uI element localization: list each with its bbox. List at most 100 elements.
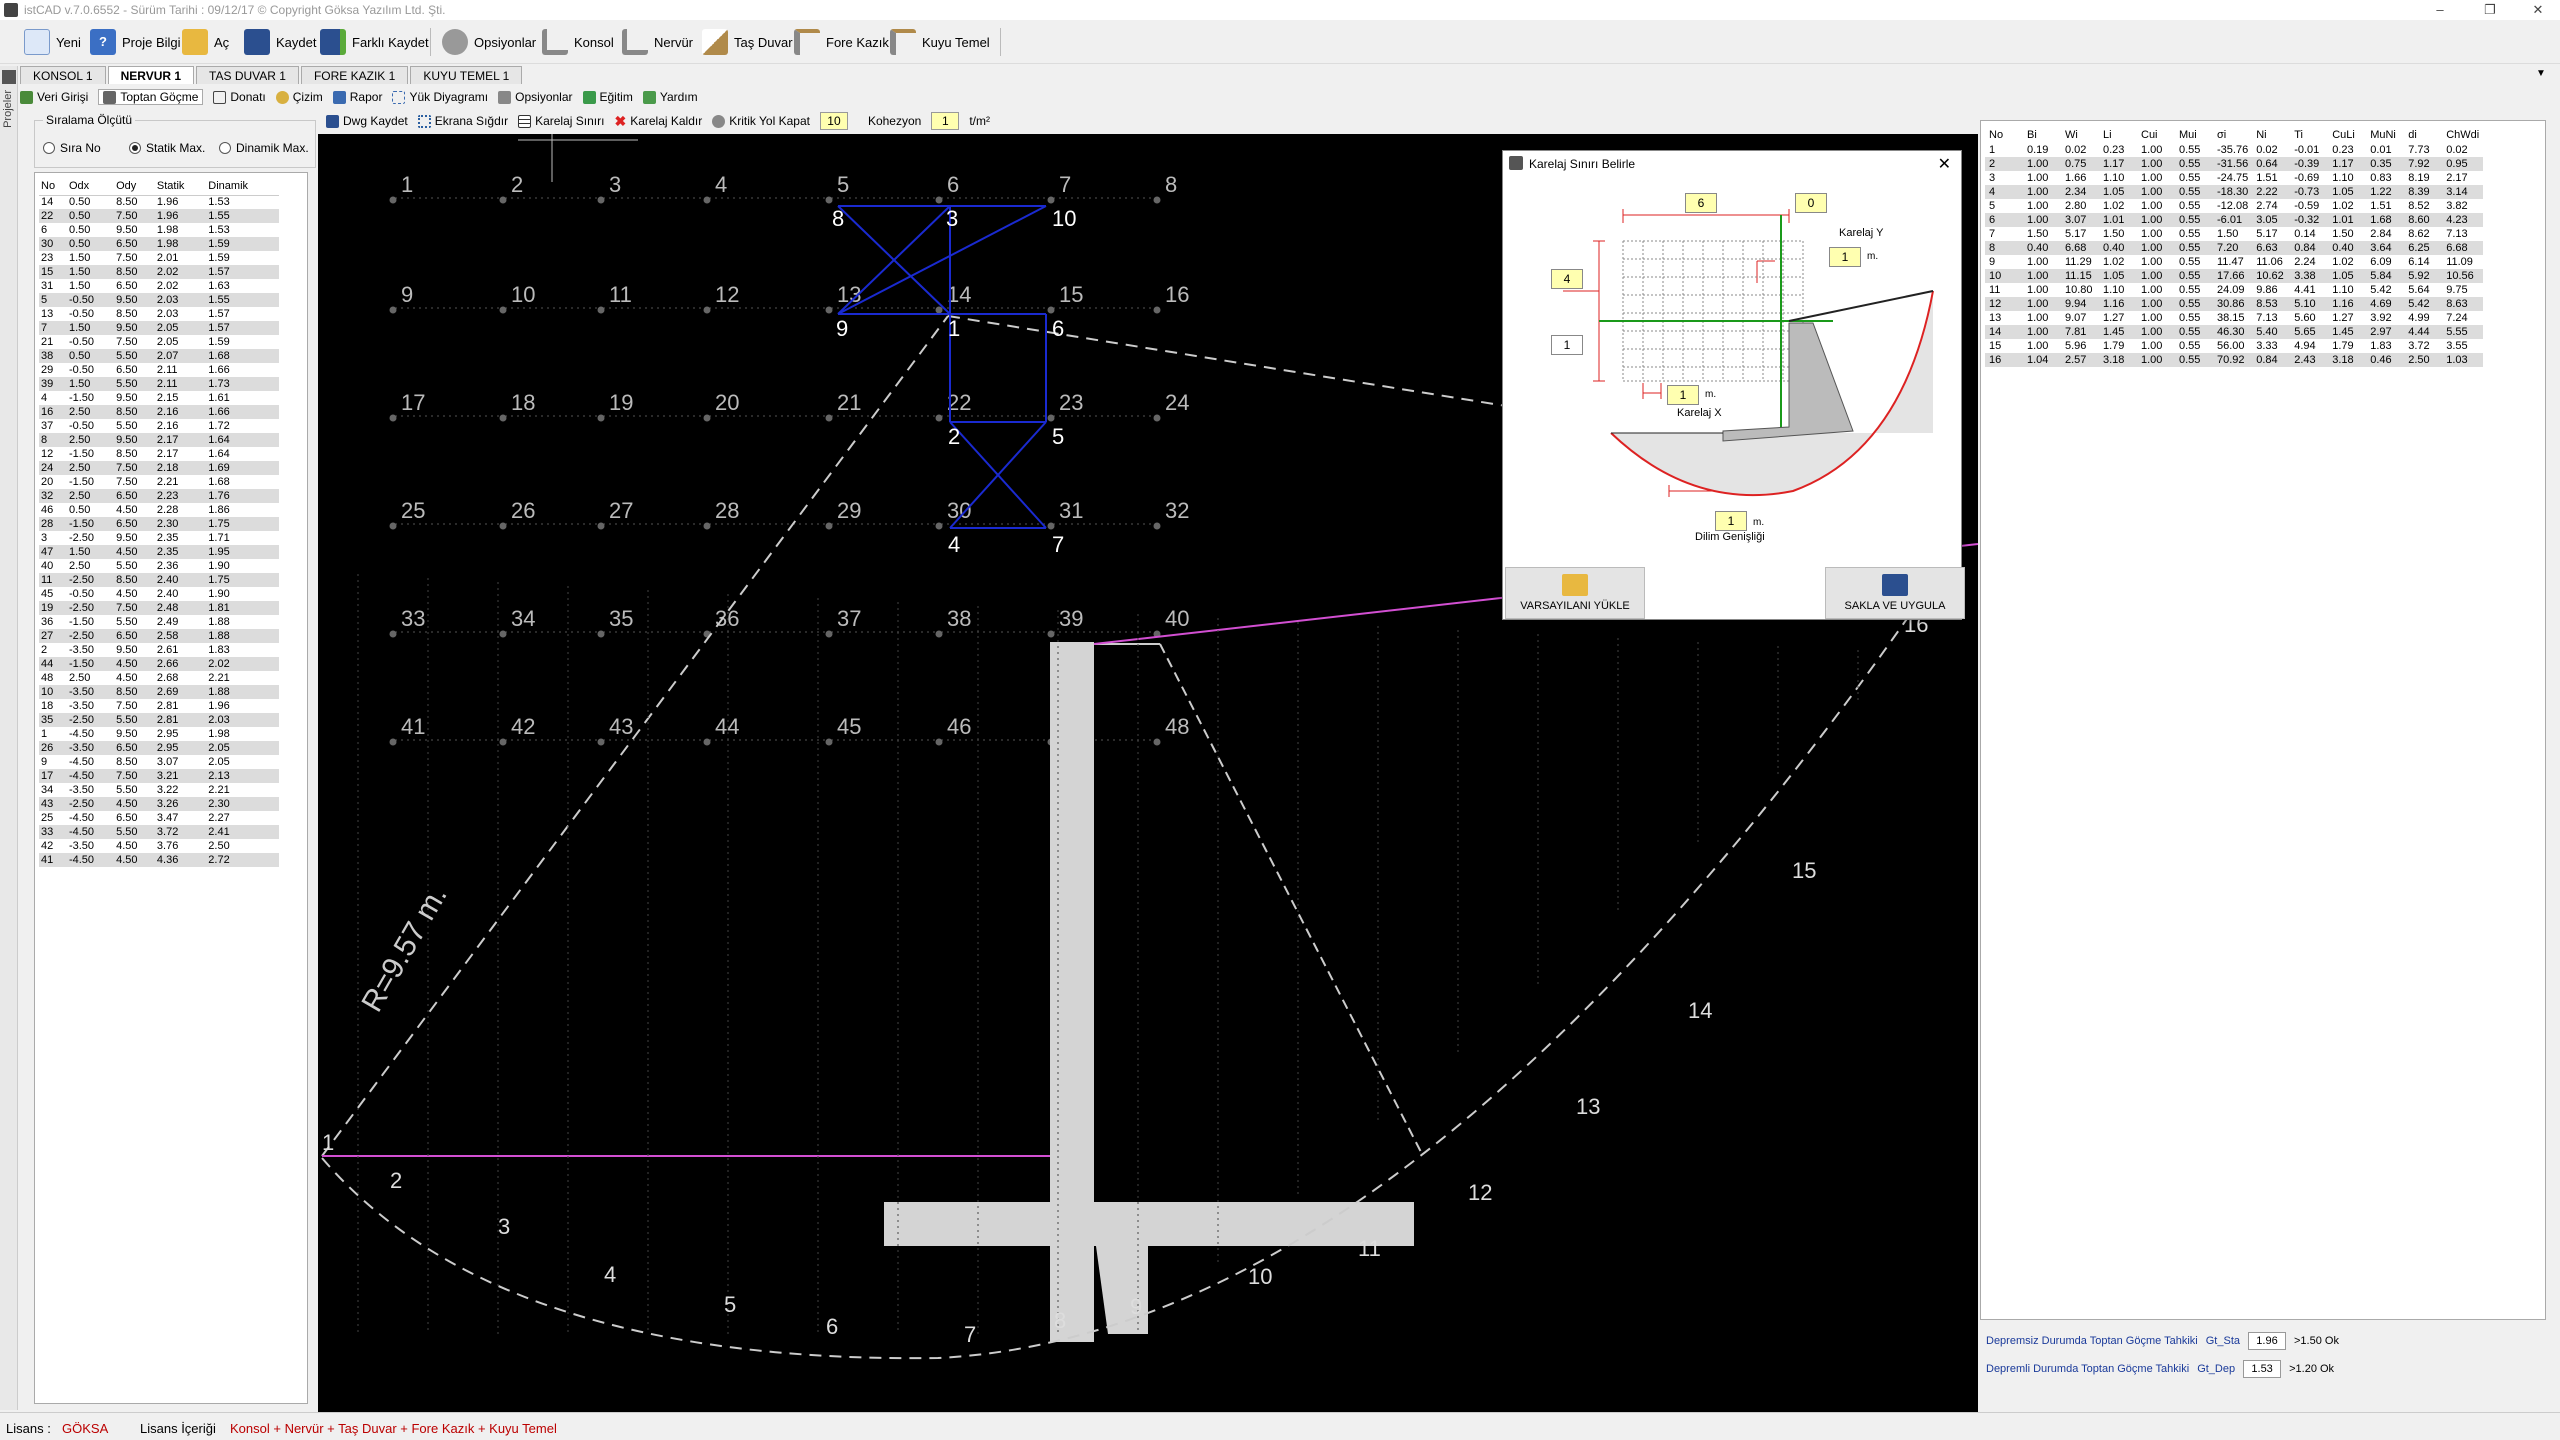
table-row[interactable]: 45 -0.50 4.50 2.40 1.90	[39, 587, 279, 601]
table-row[interactable]: 29 -0.50 6.50 2.11 1.66	[39, 363, 279, 377]
column-header[interactable]: σi	[2213, 127, 2252, 143]
table-row[interactable]: 13 -0.50 8.50 2.03 1.57	[39, 307, 279, 321]
column-header[interactable]: Ni	[2252, 127, 2290, 143]
egitim-button[interactable]: Eğitim	[582, 90, 633, 104]
table-row[interactable]: 46 0.50 4.50 2.28 1.86	[39, 503, 279, 517]
table-row[interactable]: 42 -3.50 4.50 3.76 2.50	[39, 839, 279, 853]
table-row[interactable]: 3 -2.50 9.50 2.35 1.71	[39, 531, 279, 545]
cizim-button[interactable]: Çizim	[275, 90, 323, 104]
cohesion-input[interactable]: 1	[931, 112, 960, 130]
table-row[interactable]: 25 -4.50 6.50 3.47 2.27	[39, 811, 279, 825]
table-row[interactable]: 23 1.50 7.50 2.01 1.59	[39, 251, 279, 265]
fore-kazik-button[interactable]: Fore Kazık	[794, 26, 889, 58]
column-header[interactable]: Wi	[2061, 127, 2099, 143]
column-header[interactable]: Bi	[2023, 127, 2061, 143]
critical-path-close-button[interactable]: Kritik Yol Kapat	[712, 114, 810, 128]
table-row[interactable]: 19 -2.50 7.50 2.48 1.81	[39, 601, 279, 615]
grid-limit-button[interactable]: Karelaj Sınırı	[518, 114, 604, 128]
kuyu-temel-button[interactable]: Kuyu Temel	[890, 26, 990, 58]
column-header[interactable]: No	[39, 177, 67, 196]
close-window-button[interactable]: ✕	[2518, 2, 2558, 18]
toptan-gocme-button[interactable]: Toptan Göçme	[98, 89, 204, 105]
yuk-diyagrami-button[interactable]: Yük Diyagramı	[392, 90, 488, 104]
table-row[interactable]: 6 0.50 9.50 1.98 1.53	[39, 223, 279, 237]
table-row[interactable]: 7 1.50 9.50 2.05 1.57	[39, 321, 279, 335]
projects-sidebar[interactable]: Projeler	[0, 66, 18, 1410]
table-row[interactable]: 27 -2.50 6.50 2.58 1.88	[39, 629, 279, 643]
column-header[interactable]: ChWdi	[2442, 127, 2483, 143]
table-row[interactable]: 16 1.04 2.57 3.18 1.00 0.55 70.92 0.84 2.43 3.18 0…	[1985, 353, 2484, 367]
sort-radio-statik[interactable]: Statik Max.	[129, 141, 205, 155]
table-row[interactable]: 4 1.00 2.34 1.05 1.00 0.55 -18.30 2.22 -0.73 1.05…	[1985, 185, 2484, 199]
sort-radio-sira-no[interactable]: Sıra No	[43, 141, 101, 155]
table-row[interactable]: 20 -1.50 7.50 2.21 1.68	[39, 475, 279, 489]
table-row[interactable]: 10 -3.50 8.50 2.69 1.88	[39, 685, 279, 699]
minimize-button[interactable]: –	[2420, 2, 2460, 18]
save-as-button[interactable]: Farklı Kaydet	[320, 26, 429, 58]
table-row[interactable]: 8 2.50 9.50 2.17 1.64	[39, 433, 279, 447]
grid-remove-button[interactable]: ✖ Karelaj Kaldır	[614, 113, 702, 130]
load-defaults-button[interactable]: VARSAYILANI YÜKLE	[1505, 567, 1645, 619]
grid-left-low-input[interactable]: 1	[1551, 335, 1583, 355]
open-button[interactable]: Aç	[182, 26, 229, 58]
table-row[interactable]: 5 1.00 2.80 1.02 1.00 0.55 -12.08 2.74 -0.59 1.02…	[1985, 199, 2483, 213]
table-row[interactable]: 1 0.19 0.02 0.23 1.00 0.55 -35.76 0.02 -0.01 0.23…	[1985, 143, 2483, 157]
table-row[interactable]: 33 -4.50 5.50 3.72 2.41	[39, 825, 279, 839]
column-header[interactable]: Ody	[114, 177, 155, 196]
pin-icon[interactable]	[2, 70, 16, 84]
veri-girisi-button[interactable]: Veri Girişi	[20, 90, 88, 104]
konsol-button[interactable]: Konsol	[542, 26, 614, 58]
table-row[interactable]: 7 1.50 5.17 1.50 1.00 0.55 1.50 5.17 0.14 1.50 2.8…	[1985, 227, 2483, 241]
grid-x-spacing-input[interactable]: 1	[1667, 385, 1699, 405]
sort-radio-dinamik[interactable]: Dinamik Max.	[219, 141, 309, 155]
tab-tas-duvar[interactable]: TAS DUVAR 1	[196, 66, 299, 84]
table-row[interactable]: 26 -3.50 6.50 2.95 2.05	[39, 741, 279, 755]
column-header[interactable]: No	[1985, 127, 2023, 143]
grid-top-count-input[interactable]: 6	[1685, 193, 1717, 213]
table-row[interactable]: 34 -3.50 5.50 3.22 2.21	[39, 783, 279, 797]
grid-top-right-input[interactable]: 0	[1795, 193, 1827, 213]
table-row[interactable]: 10 1.00 11.15 1.05 1.00 0.55 17.66 10.62 3.38 1.0…	[1985, 269, 2484, 283]
column-header[interactable]: MuNi	[2366, 127, 2404, 143]
table-row[interactable]: 2 -3.50 9.50 2.61 1.83	[39, 643, 279, 657]
grid-y-spacing-input[interactable]: 1	[1829, 247, 1861, 267]
new-button[interactable]: Yeni	[24, 26, 81, 58]
project-info-button[interactable]: ? Proje Bilgi	[90, 26, 181, 58]
tab-fore-kazik[interactable]: FORE KAZIK 1	[300, 66, 409, 84]
table-row[interactable]: 28 -1.50 6.50 2.30 1.75	[39, 517, 279, 531]
donati-button[interactable]: Donatı	[213, 90, 266, 104]
rapor-button[interactable]: Rapor	[332, 90, 382, 104]
column-header[interactable]: Dinamik	[206, 177, 279, 196]
table-row[interactable]: 38 0.50 5.50 2.07 1.68	[39, 349, 279, 363]
fit-screen-button[interactable]: Ekrana Sığdır	[417, 114, 508, 128]
column-header[interactable]: di	[2404, 127, 2442, 143]
table-row[interactable]: 14 1.00 7.81 1.45 1.00 0.55 46.30 5.40 5.65 1.45 2…	[1985, 325, 2484, 339]
dwg-save-button[interactable]: Dwg Kaydet	[326, 114, 408, 128]
restore-button[interactable]: ❐	[2470, 2, 2510, 18]
table-row[interactable]: 11 -2.50 8.50 2.40 1.75	[39, 573, 279, 587]
column-header[interactable]: Li	[2099, 127, 2137, 143]
table-row[interactable]: 24 2.50 7.50 2.18 1.69	[39, 461, 279, 475]
table-row[interactable]: 30 0.50 6.50 1.98 1.59	[39, 237, 279, 251]
table-row[interactable]: 12 1.00 9.94 1.16 1.00 0.55 30.86 8.53 5.10 1.16 4…	[1985, 297, 2484, 311]
table-row[interactable]: 14 0.50 8.50 1.96 1.53	[39, 195, 279, 209]
grid-results-table[interactable]: No Odx Ody Statik Dinamik 14 0.50 8.50 1.96 1.53…	[34, 172, 308, 1404]
table-row[interactable]: 36 -1.50 5.50 2.49 1.88	[39, 615, 279, 629]
save-button[interactable]: Kaydet	[244, 26, 316, 58]
table-row[interactable]: 22 0.50 7.50 1.96 1.55	[39, 209, 279, 223]
table-row[interactable]: 17 -4.50 7.50 3.21 2.13	[39, 769, 279, 783]
slice-width-input[interactable]: 1	[1715, 511, 1747, 531]
table-row[interactable]: 31 1.50 6.50 2.02 1.63	[39, 279, 279, 293]
tas-duvar-button[interactable]: Taş Duvar	[702, 26, 793, 58]
table-row[interactable]: 39 1.50 5.50 2.11 1.73	[39, 377, 279, 391]
column-header[interactable]: Mui	[2175, 127, 2213, 143]
table-row[interactable]: 2 1.00 0.75 1.17 1.00 0.55 -31.56 0.64 -0.39 1.17…	[1985, 157, 2484, 171]
table-row[interactable]: 35 -2.50 5.50 2.81 2.03	[39, 713, 279, 727]
table-row[interactable]: 47 1.50 4.50 2.35 1.95	[39, 545, 279, 559]
table-row[interactable]: 15 1.00 5.96 1.79 1.00 0.55 56.00 3.33 4.94 1.79 1…	[1985, 339, 2483, 353]
table-row[interactable]: 5 -0.50 9.50 2.03 1.55	[39, 293, 279, 307]
save-apply-button[interactable]: SAKLA VE UYGULA	[1825, 567, 1965, 619]
table-row[interactable]: 32 2.50 6.50 2.23 1.76	[39, 489, 279, 503]
tab-kuyu-temel[interactable]: KUYU TEMEL 1	[410, 66, 523, 84]
column-header[interactable]: Statik	[154, 177, 207, 196]
